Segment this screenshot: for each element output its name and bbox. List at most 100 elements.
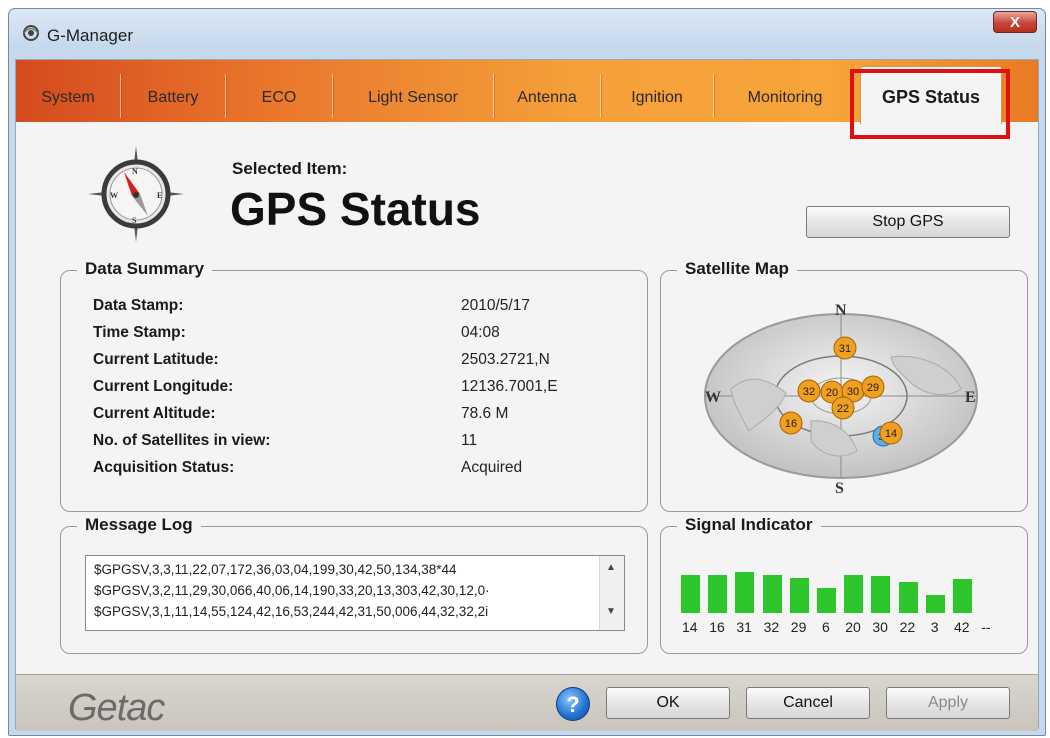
page-title: GPS Status — [230, 183, 481, 235]
bottom-bar: Getac ? OK Cancel Apply — [16, 674, 1038, 731]
signal-bars — [681, 565, 1021, 613]
apply-button[interactable]: Apply — [886, 687, 1010, 719]
title-bar: G-Manager X — [9, 9, 1045, 59]
highlight-box — [850, 69, 1010, 139]
svg-text:31: 31 — [839, 343, 851, 355]
tab-bar: System Battery ECO Light Sensor Antenna … — [16, 60, 1038, 139]
summary-value: 12136.7001,E — [461, 378, 558, 395]
tab-ignition[interactable]: Ignition — [601, 60, 713, 122]
signal-label: 16 — [709, 619, 725, 635]
summary-value: Acquired — [461, 459, 523, 476]
summary-label: Current Altitude: — [93, 405, 216, 422]
help-icon[interactable]: ? — [556, 687, 590, 721]
signal-label: 29 — [790, 619, 807, 635]
stop-gps-button[interactable]: Stop GPS — [806, 206, 1010, 238]
scroll-up-icon[interactable]: ▲ — [606, 562, 616, 573]
signal-indicator-group: Signal Indicator 14 16 31 32 29 6 20 30 22 3 42 -- — [660, 515, 1028, 654]
svg-text:20: 20 — [826, 387, 838, 399]
summary-row: No. of Satellites in view: 11 — [93, 432, 477, 450]
signal-bar-6 — [817, 588, 836, 613]
tab-eco[interactable]: ECO — [226, 60, 332, 122]
tab-battery[interactable]: Battery — [121, 60, 225, 122]
log-line: $GPGSV,3,3,11,22,07,172,36,03,04,199,30,… — [94, 562, 457, 577]
summary-row: Acquisition Status: Acquired — [93, 459, 522, 477]
summary-row: Current Latitude: 2503.2721,N — [93, 351, 550, 369]
signal-label: 32 — [763, 619, 780, 635]
log-scrollbar[interactable]: ▲ ▼ — [599, 556, 624, 630]
scroll-down-icon[interactable]: ▼ — [606, 606, 616, 617]
signal-bar-32 — [762, 575, 782, 613]
cancel-button[interactable]: Cancel — [746, 687, 870, 719]
signal-label: 20 — [845, 619, 861, 635]
direction-e: E — [965, 389, 976, 406]
signal-bar-30 — [871, 576, 891, 613]
log-line: $GPGSV,3,2,11,29,30,066,40,06,14,190,33,… — [94, 583, 490, 598]
message-log-box[interactable]: $GPGSV,3,3,11,22,07,172,36,03,04,199,30,… — [85, 555, 625, 631]
svg-text:W: W — [110, 191, 118, 200]
direction-w: W — [705, 389, 721, 406]
signal-label: 3 — [930, 619, 939, 635]
ok-button[interactable]: OK — [606, 687, 730, 719]
signal-bar-22 — [898, 582, 918, 613]
signal-label: 14 — [682, 619, 698, 635]
tab-system[interactable]: System — [16, 60, 120, 122]
summary-value: 11 — [461, 432, 478, 449]
svg-text:30: 30 — [847, 386, 859, 398]
summary-value: 04:08 — [461, 324, 500, 341]
signal-bar-31 — [735, 572, 755, 613]
message-log-group: Message Log $GPGSV,3,3,11,22,07,172,36,0… — [60, 515, 648, 654]
data-summary-group: Data Summary Data Stamp: 2010/5/17 Time S… — [60, 259, 648, 512]
compass-icon: N S W E — [88, 146, 184, 242]
svg-text:22: 22 — [837, 403, 849, 415]
satellite-22: 22 — [831, 396, 855, 420]
satellite-32: 32 — [797, 379, 821, 403]
tab-light-sensor[interactable]: Light Sensor — [333, 60, 493, 122]
svg-text:E: E — [157, 191, 162, 200]
direction-s: S — [835, 480, 844, 497]
signal-label: 6 — [822, 619, 830, 635]
signal-bar-14 — [681, 575, 700, 613]
summary-label: Time Stamp: — [93, 324, 186, 341]
client-area: System Battery ECO Light Sensor Antenna … — [15, 59, 1039, 731]
summary-label: Data Stamp: — [93, 297, 184, 314]
summary-label: Current Latitude: — [93, 351, 219, 368]
satellite-map: N S W E 31 32 20 30 29 22 16 3 14 — [704, 302, 978, 497]
direction-n: N — [835, 302, 847, 319]
signal-labels: 14 16 31 32 29 6 20 30 22 3 42 -- — [681, 619, 1021, 639]
signal-bar-16 — [708, 575, 728, 613]
summary-row: Data Stamp: 2010/5/17 — [93, 297, 530, 315]
satellite-29: 29 — [861, 375, 885, 399]
satellite-14: 14 — [879, 421, 903, 445]
message-log-title: Message Log — [77, 515, 201, 535]
svg-text:16: 16 — [785, 418, 797, 430]
signal-indicator-title: Signal Indicator — [677, 515, 821, 535]
signal-label: 31 — [736, 619, 752, 635]
data-summary-title: Data Summary — [77, 259, 213, 279]
summary-value: 2010/5/17 — [461, 297, 530, 314]
app-icon — [23, 25, 39, 41]
summary-row: Time Stamp: 04:08 — [93, 324, 500, 342]
svg-text:14: 14 — [885, 428, 897, 440]
satellite-31: 31 — [833, 336, 857, 360]
summary-row: Current Altitude: 78.6 M — [93, 405, 508, 423]
summary-value: 2503.2721,N — [461, 351, 550, 368]
tab-monitoring[interactable]: Monitoring — [714, 60, 856, 122]
svg-text:29: 29 — [867, 382, 879, 394]
tab-antenna[interactable]: Antenna — [494, 60, 600, 122]
svg-text:N: N — [132, 167, 138, 176]
signal-bar-3 — [925, 595, 945, 613]
summary-label: Acquisition Status: — [93, 459, 235, 476]
getac-logo: Getac — [68, 687, 165, 729]
signal-bar-20 — [844, 575, 864, 613]
log-line: $GPGSV,3,1,11,14,55,124,42,16,53,244,42,… — [94, 604, 489, 619]
summary-label: No. of Satellites in view: — [93, 432, 271, 449]
close-button[interactable]: X — [993, 11, 1037, 33]
summary-row: Current Longitude: 12136.7001,E — [93, 378, 558, 396]
satellite-map-group: Satellite Map N S W E 31 32 20 30 29 22 … — [660, 259, 1028, 512]
signal-bar-42 — [953, 579, 972, 613]
satellite-16: 16 — [779, 411, 803, 435]
signal-label: -- — [981, 619, 991, 635]
svg-text:32: 32 — [803, 386, 815, 398]
signal-bar-29 — [789, 578, 809, 613]
signal-label: 42 — [954, 619, 970, 635]
